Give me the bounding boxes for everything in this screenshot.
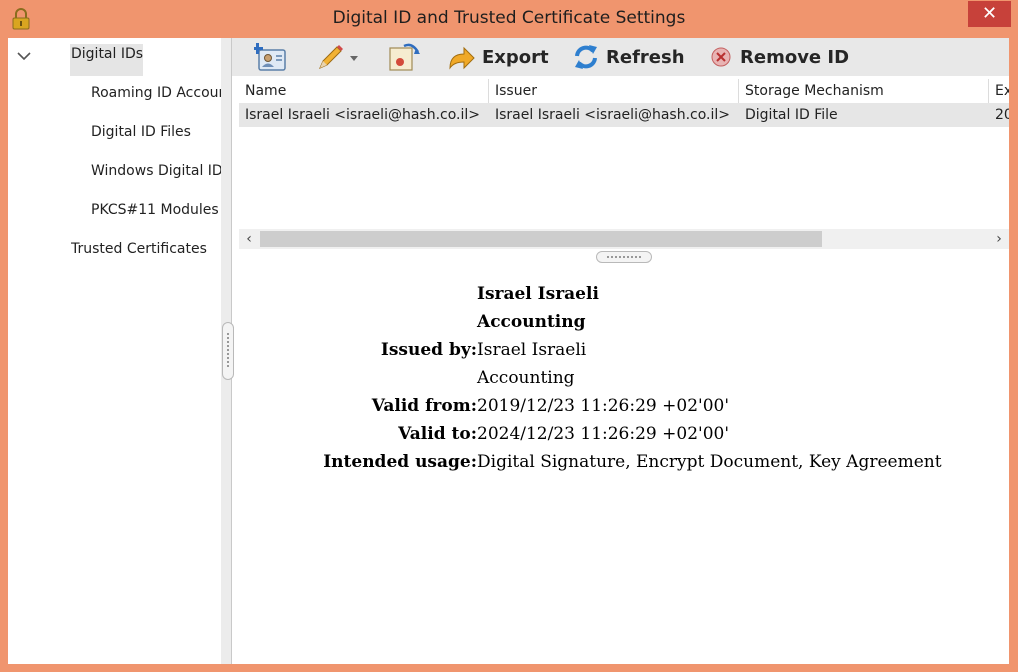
remove-id-button[interactable]: Remove ID bbox=[708, 42, 849, 72]
detail-name-row: Israel Israeli bbox=[239, 280, 1009, 308]
detail-org: Accounting bbox=[477, 312, 586, 332]
refresh-label: Refresh bbox=[606, 46, 685, 68]
close-button[interactable]: ✕ bbox=[968, 1, 1011, 27]
certificate-details: Israel Israeli Accounting Issued by: Isr… bbox=[239, 264, 1009, 664]
remove-id-label: Remove ID bbox=[740, 46, 850, 68]
cell-name: Israel Israeli <israeli@hash.co.il> bbox=[245, 107, 480, 123]
sidebar-item-windows-digital-ids[interactable]: Windows Digital IDs bbox=[91, 161, 221, 181]
sidebar-item-digital-ids[interactable]: Digital IDs bbox=[70, 44, 143, 76]
chevron-down-icon[interactable] bbox=[16, 48, 32, 64]
sidebar-item-digital-id-files[interactable]: Digital ID Files bbox=[91, 122, 221, 142]
detail-org-row: Accounting bbox=[239, 308, 1009, 336]
table-row[interactable]: Israel Israeli <israeli@hash.co.il> Isra… bbox=[239, 103, 1009, 127]
intended-usage-value: Digital Signature, Encrypt Document, Key… bbox=[477, 452, 942, 472]
detail-valid-from-row: Valid from: 2019/12/23 11:26:29 +02'00' bbox=[239, 392, 1009, 420]
scrollbar-thumb[interactable] bbox=[260, 231, 822, 247]
remove-icon bbox=[711, 47, 731, 67]
export-label: Export bbox=[482, 46, 549, 68]
detail-valid-to-row: Valid to: 2024/12/23 11:26:29 +02'00' bbox=[239, 420, 1009, 448]
valid-from-label: Valid from: bbox=[371, 396, 477, 416]
pencil-icon bbox=[319, 45, 343, 69]
cell-issuer: Israel Israeli <israeli@hash.co.il> bbox=[495, 107, 730, 123]
column-header-expires[interactable]: Ex bbox=[989, 79, 1009, 103]
issued-by-label: Issued by: bbox=[380, 340, 477, 360]
column-header-name[interactable]: Name bbox=[239, 79, 489, 103]
scroll-right-arrow-icon[interactable]: › bbox=[989, 229, 1009, 249]
intended-usage-label: Intended usage: bbox=[323, 452, 477, 472]
column-header-issuer[interactable]: Issuer bbox=[489, 79, 739, 103]
horizontal-splitter-grip[interactable] bbox=[596, 251, 652, 263]
chevron-down-icon bbox=[350, 56, 358, 61]
cell-storage: Digital ID File bbox=[745, 107, 838, 123]
cell-expires: 20 bbox=[995, 107, 1009, 123]
valid-to-value: 2024/12/23 11:26:29 +02'00' bbox=[477, 424, 729, 444]
detail-issued-by-row: Issued by: Israel Israeli bbox=[239, 336, 1009, 364]
title-bar: Digital ID and Trusted Certificate Setti… bbox=[0, 0, 1018, 38]
sidebar-tree: Digital IDs Roaming ID Accounts Digital … bbox=[8, 38, 221, 664]
sidebar-item-trusted-certificates[interactable]: Trusted Certificates bbox=[71, 239, 221, 259]
export-button[interactable]: Export bbox=[446, 42, 549, 72]
sidebar-item-pkcs11-modules[interactable]: PKCS#11 Modules and Tokens bbox=[91, 200, 221, 220]
add-id-button[interactable] bbox=[254, 42, 288, 72]
refresh-icon bbox=[575, 45, 597, 69]
scroll-left-arrow-icon[interactable]: ‹ bbox=[239, 229, 259, 249]
certificate-button[interactable] bbox=[386, 42, 422, 72]
export-arrow-icon bbox=[449, 46, 475, 70]
horizontal-scrollbar[interactable]: ‹ › bbox=[239, 229, 1009, 249]
window-title: Digital ID and Trusted Certificate Setti… bbox=[332, 8, 686, 28]
vertical-splitter-grip[interactable] bbox=[222, 322, 234, 380]
dialog-client: Digital IDs Roaming ID Accounts Digital … bbox=[8, 38, 1009, 664]
table-header: Name Issuer Storage Mechanism Ex bbox=[239, 79, 1009, 103]
detail-issued-by-org-row: Accounting bbox=[239, 364, 1009, 392]
column-header-storage[interactable]: Storage Mechanism bbox=[739, 79, 989, 103]
issued-by-org: Accounting bbox=[477, 368, 575, 388]
edit-button[interactable] bbox=[316, 42, 360, 72]
toolbar: Export Refresh Remove ID bbox=[232, 38, 1009, 76]
issued-by-name: Israel Israeli bbox=[477, 340, 587, 360]
sidebar-item-roaming-id-accounts[interactable]: Roaming ID Accounts bbox=[91, 83, 221, 103]
valid-to-label: Valid to: bbox=[398, 424, 477, 444]
detail-usage-row: Intended usage: Digital Signature, Encry… bbox=[239, 448, 1009, 476]
certificate-icon bbox=[389, 43, 420, 71]
detail-name: Israel Israeli bbox=[477, 284, 599, 304]
refresh-button[interactable]: Refresh bbox=[572, 42, 685, 72]
add-id-icon bbox=[254, 43, 286, 71]
valid-from-value: 2019/12/23 11:26:29 +02'00' bbox=[477, 396, 729, 416]
